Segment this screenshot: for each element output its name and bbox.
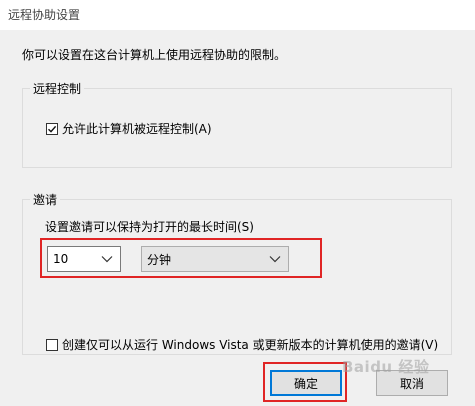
max-invite-time-label: 设置邀请可以保持为打开的最长时间(S) (45, 220, 254, 234)
vista-invite-option[interactable]: 创建仅可以从运行 Windows Vista 或更新版本的计算机使用的邀请(V) (46, 336, 438, 353)
remote-control-group-label: 远程控制 (30, 80, 85, 97)
allow-remote-control-label: 允许此计算机被远程控制(A) (62, 122, 212, 136)
dialog-body: 你可以设置在这台计算机上使用远程协助的限制。 远程控制 允许此计算机被远程控制(… (0, 30, 475, 406)
remote-control-group: 远程控制 允许此计算机被远程控制(A) (22, 80, 452, 168)
intro-text: 你可以设置在这台计算机上使用远程协助的限制。 (22, 48, 287, 62)
invitations-group-label: 邀请 (30, 191, 61, 208)
vista-invite-checkbox[interactable] (46, 338, 58, 351)
watermark: Baidu 经验 (342, 358, 430, 376)
allow-remote-control-option[interactable]: 允许此计算机被远程控制(A) (46, 120, 212, 137)
checkmark-icon (48, 125, 57, 133)
allow-remote-control-checkbox[interactable] (46, 122, 58, 135)
title-bar: 远程协助设置 (0, 0, 475, 30)
window-title: 远程协助设置 (8, 8, 81, 22)
time-select-highlight (40, 238, 322, 278)
vista-invite-label: 创建仅可以从运行 Windows Vista 或更新版本的计算机使用的邀请(V) (62, 338, 439, 352)
ok-button-highlight (263, 362, 347, 402)
